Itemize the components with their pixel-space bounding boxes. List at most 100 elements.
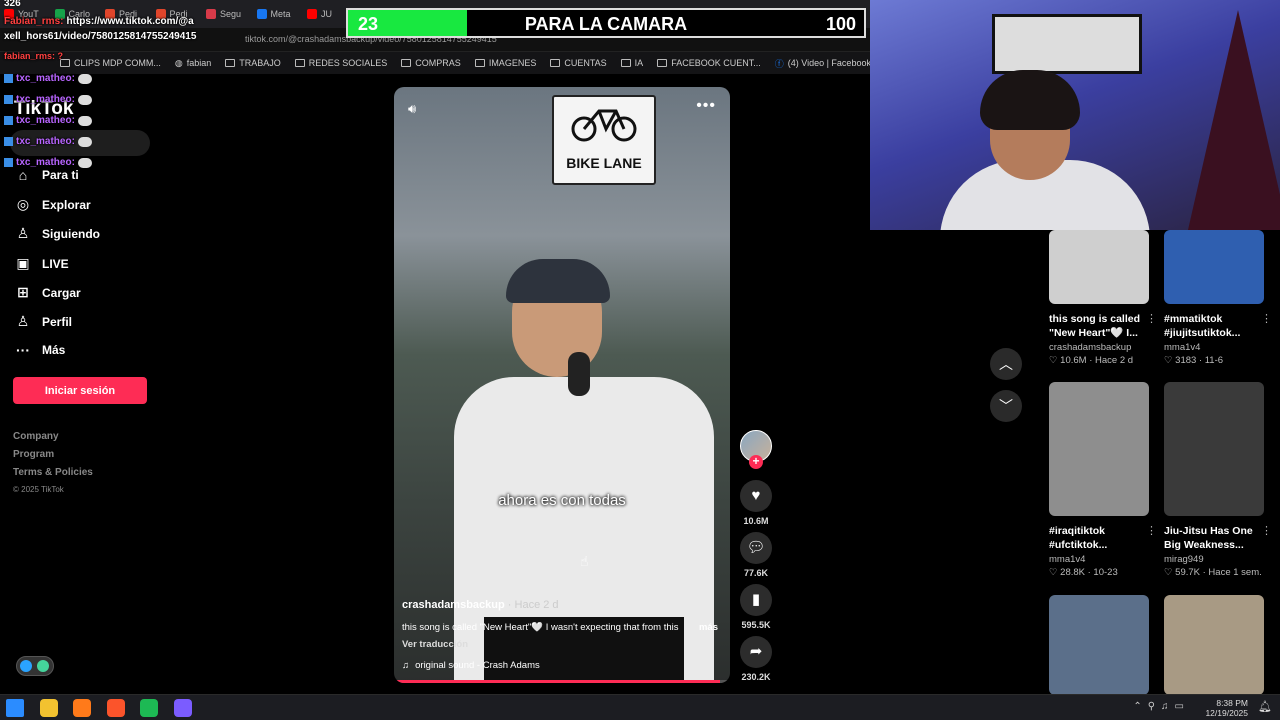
chat-text: https://www.tiktok.com/@a bbox=[66, 16, 194, 27]
card-title[interactable]: #mmatiktok #jiujitsutiktok... bbox=[1164, 312, 1264, 340]
bookmark-item[interactable]: ◍ fabian bbox=[175, 58, 211, 69]
share-button[interactable]: ➦ bbox=[740, 636, 772, 668]
chevron-down-icon: ﹀ bbox=[999, 398, 1013, 414]
start-icon[interactable] bbox=[6, 699, 24, 717]
card-text: #mmatiktok #jiujitsutiktok... ⋮ mma1v4 ♡ 31… bbox=[1164, 312, 1272, 366]
globe-icon: ◍ bbox=[174, 57, 183, 68]
card-title[interactable]: Jiu-Jitsu Has One Big Weakness... bbox=[1164, 524, 1264, 552]
bookmark-item[interactable]: TRABAJO bbox=[225, 58, 281, 68]
video-thumbnail[interactable] bbox=[1164, 230, 1264, 304]
footer-company-link[interactable]: Company bbox=[13, 431, 59, 442]
discord-app-icon[interactable] bbox=[173, 699, 192, 717]
video-progress-bar[interactable] bbox=[394, 680, 730, 683]
sidebar-item-upload[interactable]: ⊞ Cargar bbox=[14, 284, 81, 301]
explorer-icon[interactable] bbox=[39, 699, 58, 717]
bookmark-item[interactable]: IA bbox=[620, 58, 643, 68]
bookmark-item[interactable]: FACEBOOK CUENT... bbox=[657, 58, 761, 68]
brave-icon[interactable] bbox=[106, 699, 125, 717]
bookmark-item[interactable]: REDES SOCIALES bbox=[294, 58, 387, 68]
video-time: · Hace 2 d bbox=[507, 599, 559, 611]
recommended-video-card[interactable] bbox=[1164, 595, 1264, 695]
footer-program-link[interactable]: Program bbox=[13, 449, 54, 460]
video-progress-fill bbox=[394, 680, 720, 683]
heart-icon: ♥ bbox=[751, 487, 761, 504]
description-more-link[interactable]: más bbox=[699, 622, 718, 633]
card-author[interactable]: mma1v4 bbox=[1049, 554, 1149, 565]
card-author[interactable]: mirag949 bbox=[1164, 554, 1264, 565]
follow-plus-icon[interactable]: + bbox=[749, 455, 763, 469]
video-author[interactable]: crashadamsbackup · Hace 2 d bbox=[402, 599, 559, 611]
login-button[interactable]: Iniciar sesión bbox=[13, 377, 147, 404]
next-video-button[interactable]: ﹀ bbox=[990, 390, 1022, 422]
tab-favicon-icon bbox=[307, 9, 317, 19]
webcam-overlay bbox=[870, 0, 1280, 230]
browser-tab[interactable]: Meta bbox=[256, 6, 291, 22]
taskbar-clock[interactable]: 8:38 PM 12/19/2025 bbox=[1205, 698, 1248, 718]
browser-tab[interactable]: Segu bbox=[206, 6, 241, 22]
card-more-icon[interactable]: ⋮ bbox=[1146, 524, 1157, 537]
video-thumbnail[interactable] bbox=[1049, 382, 1149, 516]
video-author-name[interactable]: crashadamsbackup bbox=[402, 599, 505, 611]
bookmark-item[interactable]: COMPRAS bbox=[401, 58, 461, 68]
card-more-icon[interactable]: ⋮ bbox=[1146, 312, 1157, 325]
bookmark-item[interactable]: ⓕ (4) Video | Facebook bbox=[775, 57, 871, 70]
chat-username: txc_matheo: bbox=[16, 94, 75, 105]
bookmark-label: FACEBOOK CUENT... bbox=[671, 58, 761, 68]
goal-max: 100 bbox=[825, 14, 856, 34]
recommended-video-card[interactable]: #mmatiktok #jiujitsutiktok... ⋮ mma1v4 ♡ 31… bbox=[1164, 230, 1272, 366]
cloud-emote-icon bbox=[77, 115, 92, 126]
folder-icon bbox=[401, 59, 412, 67]
recommended-video-card[interactable]: #iraqitiktok #ufctiktok... ⋮ mma1v4 ♡ 28.8K… bbox=[1049, 382, 1157, 578]
previous-video-button[interactable]: ︿ bbox=[990, 348, 1022, 380]
translate-link[interactable]: Ver traducción bbox=[402, 639, 468, 650]
more-options-icon[interactable]: ••• bbox=[696, 97, 716, 115]
card-title[interactable]: this song is called "New Heart"🤍 I... bbox=[1049, 312, 1149, 340]
video-player[interactable]: BIKE LANE 🔊︎ ••• ahora es con todas cras… bbox=[394, 87, 730, 683]
sidebar-item-label: Explorar bbox=[42, 197, 91, 212]
bookmark-label: IMAGENES bbox=[488, 58, 537, 68]
card-more-icon[interactable]: ⋮ bbox=[1261, 312, 1272, 325]
extension-toggle[interactable] bbox=[16, 656, 54, 676]
card-meta: ♡ 10.6M · Hace 2 d bbox=[1049, 355, 1134, 366]
bookmark-item[interactable]: IMAGENES bbox=[474, 58, 537, 68]
browser-tab[interactable]: JU bbox=[307, 6, 332, 22]
like-button[interactable]: ♥ bbox=[740, 480, 772, 512]
sidebar-item-profile[interactable]: ♙ Perfil bbox=[14, 313, 72, 330]
cloud-emote-icon bbox=[77, 94, 92, 105]
video-thumbnail[interactable] bbox=[1164, 382, 1264, 516]
spotify-icon[interactable] bbox=[140, 699, 158, 717]
firefox-icon[interactable] bbox=[73, 699, 91, 717]
sidebar-item-compass[interactable]: ◎ Explorar bbox=[14, 196, 91, 213]
facebook-icon: ⓕ bbox=[774, 58, 784, 69]
save-button[interactable]: ▮ bbox=[740, 584, 772, 616]
bookmark-label: TRABAJO bbox=[239, 58, 281, 68]
live-icon: ▣ bbox=[16, 255, 30, 271]
chevron-up-icon: ︿ bbox=[999, 356, 1013, 372]
bookmark-item[interactable]: CUENTAS bbox=[550, 58, 607, 68]
recommended-video-card[interactable] bbox=[1049, 595, 1149, 695]
video-thumbnail[interactable] bbox=[1049, 230, 1149, 304]
card-more-icon[interactable]: ⋮ bbox=[1261, 524, 1272, 537]
system-tray[interactable]: ⌃⚲♫▭ bbox=[1133, 701, 1190, 712]
video-thumbnail[interactable] bbox=[1164, 595, 1264, 695]
bookmark-label: (4) Video | Facebook bbox=[787, 58, 871, 68]
footer-terms-link[interactable]: Terms & Policies bbox=[13, 467, 93, 478]
notification-bell-icon[interactable]: 🔔︎ bbox=[1258, 700, 1272, 713]
sidebar-item-home[interactable]: ⌂ Para ti bbox=[14, 167, 79, 183]
volume-icon[interactable]: 🔊︎ bbox=[408, 101, 416, 117]
sidebar-item-person[interactable]: ♙ Siguiendo bbox=[14, 225, 100, 242]
card-title[interactable]: #iraqitiktok #ufctiktok... bbox=[1049, 524, 1149, 552]
bookmark-item[interactable]: CLIPS MDP COMM... bbox=[60, 58, 161, 68]
sound-name[interactable]: original sound - Crash Adams bbox=[415, 660, 540, 671]
comment-button[interactable]: 💬︎ bbox=[740, 532, 772, 564]
card-author[interactable]: mma1v4 bbox=[1164, 342, 1264, 353]
clock-date: 12/19/2025 bbox=[1205, 708, 1248, 718]
folder-icon bbox=[657, 59, 668, 67]
sidebar-item-more[interactable]: ··· Más bbox=[14, 342, 65, 358]
card-author[interactable]: crashadamsbackup bbox=[1049, 342, 1149, 353]
sound-link[interactable]: ♫ original sound - Crash Adams bbox=[402, 660, 540, 671]
recommended-video-card[interactable]: Jiu-Jitsu Has One Big Weakness... ⋮ mirag9… bbox=[1164, 382, 1272, 578]
recommended-video-card[interactable]: this song is called "New Heart"🤍 I... ⋮ cr… bbox=[1049, 230, 1157, 366]
video-thumbnail[interactable] bbox=[1049, 595, 1149, 695]
sidebar-item-live[interactable]: ▣ LIVE bbox=[14, 255, 68, 272]
